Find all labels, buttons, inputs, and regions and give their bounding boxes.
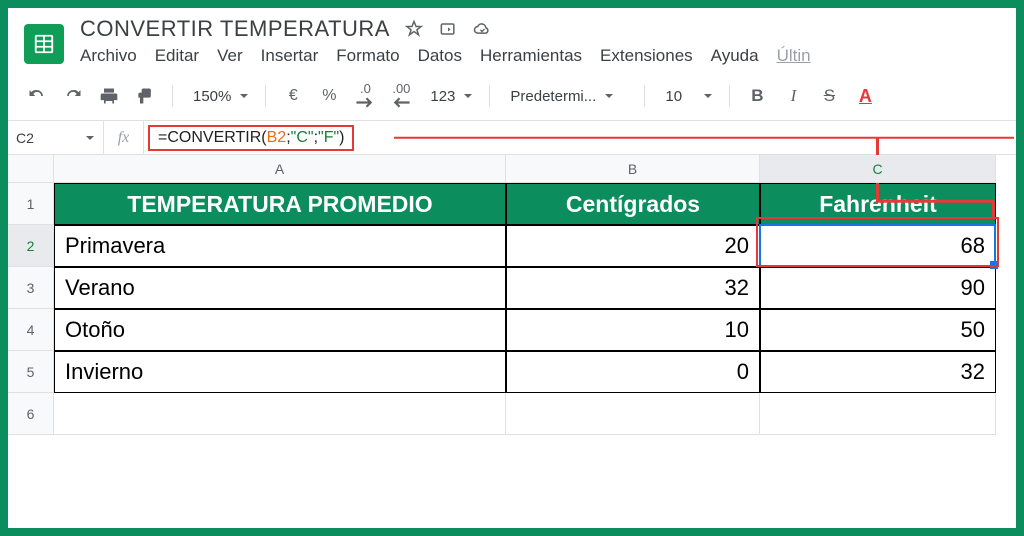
strike-button[interactable]: S	[814, 82, 844, 110]
cell-a5[interactable]: Invierno	[54, 351, 506, 393]
menu-last-edit[interactable]: Últin	[777, 46, 811, 66]
row-header-4[interactable]: 4	[8, 309, 54, 351]
bold-button[interactable]: B	[742, 82, 772, 110]
cell-a4[interactable]: Otoño	[54, 309, 506, 351]
zoom-dropdown[interactable]: 150%	[185, 88, 253, 105]
cell-b2[interactable]: 20	[506, 225, 760, 267]
text-color-button[interactable]: A	[850, 82, 880, 110]
increase-decimal-button[interactable]: .00	[386, 82, 416, 110]
cell-a2[interactable]: Primavera	[54, 225, 506, 267]
decrease-decimal-button[interactable]: .0	[350, 82, 380, 110]
spreadsheet-grid[interactable]: A B C 1 TEMPERATURA PROMEDIO Centígrados…	[8, 155, 1016, 528]
menubar: Archivo Editar Ver Insertar Formato Dato…	[80, 46, 1002, 66]
menu-archivo[interactable]: Archivo	[80, 46, 137, 66]
name-box[interactable]: C2	[8, 121, 104, 154]
annotation-connector-v2	[992, 201, 995, 219]
cell-b1[interactable]: Centígrados	[506, 183, 760, 225]
redo-button[interactable]	[58, 82, 88, 110]
header: CONVERTIR TEMPERATURA Archivo Editar Ver…	[8, 8, 1016, 72]
document-title[interactable]: CONVERTIR TEMPERATURA	[80, 16, 390, 42]
star-icon[interactable]	[404, 19, 424, 39]
font-dropdown[interactable]: Predetermi...	[502, 88, 632, 105]
cell-c5[interactable]: 32	[760, 351, 996, 393]
select-all-corner[interactable]	[8, 155, 54, 183]
cell-a1[interactable]: TEMPERATURA PROMEDIO	[54, 183, 506, 225]
google-sheets-app: CONVERTIR TEMPERATURA Archivo Editar Ver…	[8, 8, 1016, 528]
formula-highlight-box: =CONVERTIR(B2;"C";"F")	[148, 125, 354, 151]
cell-c2[interactable]: 68	[760, 225, 996, 267]
menu-formato[interactable]: Formato	[336, 46, 399, 66]
cell-b4[interactable]: 10	[506, 309, 760, 351]
undo-button[interactable]	[22, 82, 52, 110]
row-header-1[interactable]: 1	[8, 183, 54, 225]
number-format-dropdown[interactable]: 123	[422, 88, 477, 105]
cloud-icon[interactable]	[472, 19, 492, 39]
cell-c4[interactable]: 50	[760, 309, 996, 351]
annotation-connector-h2	[876, 200, 994, 203]
row-header-2[interactable]: 2	[8, 225, 54, 267]
print-button[interactable]	[94, 82, 124, 110]
cell-c3[interactable]: 90	[760, 267, 996, 309]
toolbar: 150% € % .0 .00 123 Predetermi... 10 B I…	[8, 72, 1016, 121]
annotation-connector	[394, 136, 1014, 139]
font-size-dropdown[interactable]: 10	[657, 88, 717, 105]
menu-ver[interactable]: Ver	[217, 46, 243, 66]
sheets-logo[interactable]	[22, 16, 66, 72]
fx-label: fx	[104, 121, 144, 154]
move-icon[interactable]	[438, 19, 458, 39]
menu-insertar[interactable]: Insertar	[261, 46, 319, 66]
percent-button[interactable]: %	[314, 82, 344, 110]
col-header-b[interactable]: B	[506, 155, 760, 183]
cell-b5[interactable]: 0	[506, 351, 760, 393]
row-header-6[interactable]: 6	[8, 393, 54, 435]
menu-ayuda[interactable]: Ayuda	[711, 46, 759, 66]
col-header-a[interactable]: A	[54, 155, 506, 183]
row-header-3[interactable]: 3	[8, 267, 54, 309]
cell-b6[interactable]	[506, 393, 760, 435]
cell-a3[interactable]: Verano	[54, 267, 506, 309]
col-header-c[interactable]: C	[760, 155, 996, 183]
menu-herramientas[interactable]: Herramientas	[480, 46, 582, 66]
row-header-5[interactable]: 5	[8, 351, 54, 393]
menu-datos[interactable]: Datos	[418, 46, 462, 66]
sheets-icon	[33, 33, 55, 55]
paint-format-button[interactable]	[130, 82, 160, 110]
cell-b3[interactable]: 32	[506, 267, 760, 309]
italic-button[interactable]: I	[778, 82, 808, 110]
formula-bar: C2 fx =CONVERTIR(B2;"C";"F")	[8, 121, 1016, 155]
cell-c6[interactable]	[760, 393, 996, 435]
formula-input[interactable]: =CONVERTIR(B2;"C";"F")	[144, 121, 1016, 154]
currency-button[interactable]: €	[278, 82, 308, 110]
menu-editar[interactable]: Editar	[155, 46, 199, 66]
cell-a6[interactable]	[54, 393, 506, 435]
menu-extensiones[interactable]: Extensiones	[600, 46, 693, 66]
